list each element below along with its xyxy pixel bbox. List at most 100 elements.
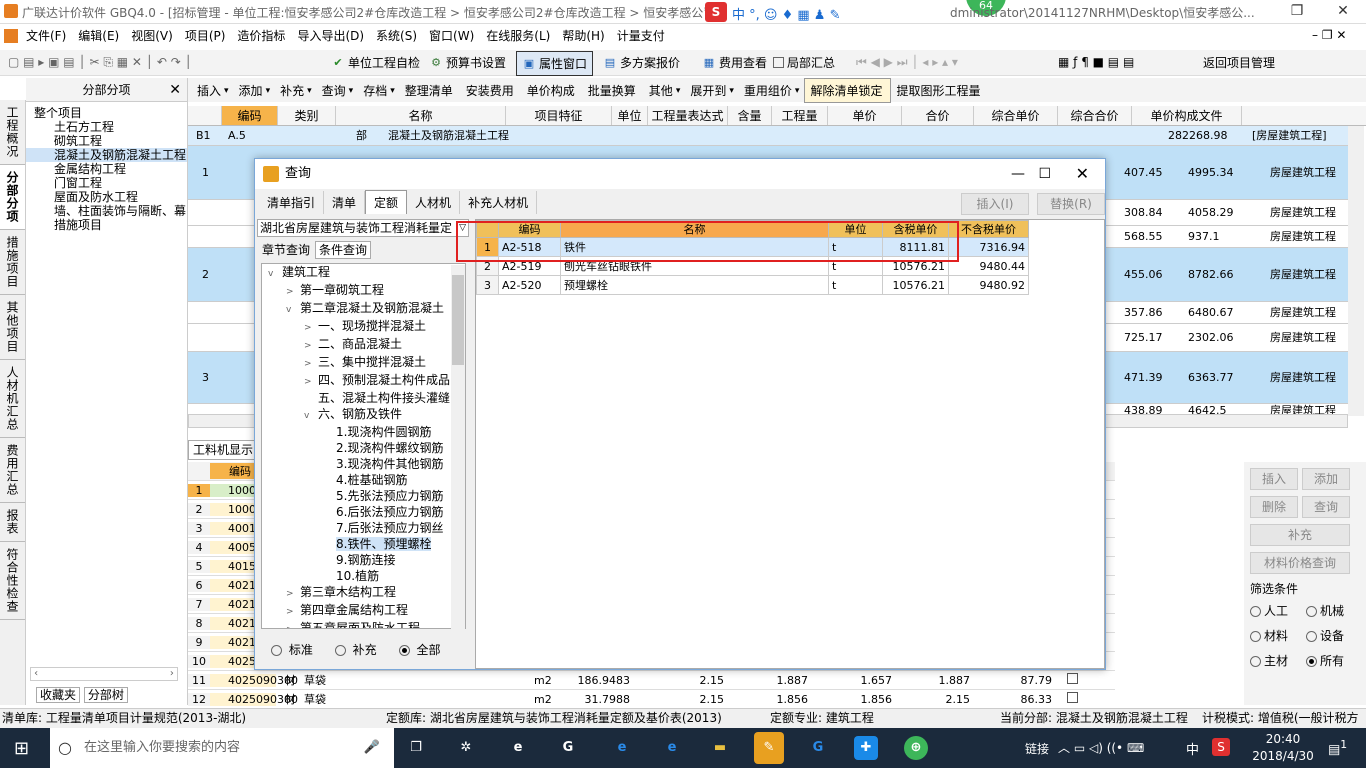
toolbar2-item-0[interactable]: 插入 ▾ <box>192 79 234 102</box>
add-button[interactable]: 添加 <box>1302 468 1350 490</box>
chapter-tree-node[interactable]: > 第四章金属结构工程 <box>262 602 465 620</box>
close-window-button[interactable]: ✕ <box>1320 0 1366 24</box>
nav-hscroll[interactable]: ‹ › <box>30 667 178 681</box>
tree-vscroll[interactable] <box>451 265 465 629</box>
chevron-right-icon[interactable]: > <box>286 604 300 620</box>
clock-time[interactable]: 20:40 <box>1258 732 1308 746</box>
filter-radio[interactable]: 所有 <box>1306 652 1362 669</box>
toolbar2-item-11[interactable]: 重用组价 ▾ <box>739 79 805 102</box>
chapter-tree-node[interactable]: 6.后张法预应力钢筋 <box>262 504 465 520</box>
tray-icons[interactable]: ︿ ▭ ◁) ((• ⌨ <box>1058 739 1144 756</box>
tab-chapter-query[interactable]: 章节查询 <box>259 242 313 258</box>
left-tab-6[interactable]: 报表 <box>0 503 25 542</box>
grid-vscroll[interactable] <box>1348 126 1364 416</box>
toolbar2-item-3[interactable]: 查询 ▾ <box>317 79 359 102</box>
chapter-tree-node[interactable]: 五、混凝土构件接头灌缝 <box>262 390 465 406</box>
menu-item-9[interactable]: 帮助(H) <box>556 24 610 47</box>
ie-blue-icon[interactable]: e <box>660 736 684 760</box>
tool-icon[interactable]: ✚ <box>854 736 878 760</box>
toolbar2-item-13[interactable]: 提取图形工程量 <box>891 79 988 102</box>
filter-radio[interactable]: 人工 <box>1250 602 1306 619</box>
nav-tree-item[interactable]: 混凝土及钢筋混凝土工程 <box>26 148 187 162</box>
chapter-tree-node[interactable]: > 三、集中搅拌混凝土 <box>262 354 465 372</box>
chapter-tree-node[interactable]: v 建筑工程 <box>262 264 465 282</box>
folder-icon[interactable]: ▬ <box>708 736 732 760</box>
ime-sogou-icon[interactable]: S <box>705 2 727 22</box>
chapter-tree-node[interactable]: > 第三章木结构工程 <box>262 584 465 602</box>
grid-column-header[interactable]: 编码 <box>222 106 278 125</box>
grid-column-header[interactable]: 综合合价 <box>1058 106 1132 125</box>
result-row[interactable]: 3 A2-520 预埋螺栓 t 10576.21 9480.92 <box>476 275 1029 295</box>
menu-item-3[interactable]: 项目(P) <box>179 24 232 47</box>
fee-view-button[interactable]: ▦ 费用查看 <box>697 51 772 74</box>
maximize-icon[interactable]: ☐ <box>1038 159 1051 189</box>
chapter-tree-node[interactable]: 3.现浇构件其他钢筋 <box>262 456 465 472</box>
nav-tree-item[interactable]: 门窗工程 <box>26 176 187 190</box>
scope-radio[interactable]: 补充 <box>334 643 377 657</box>
nav-tree-item[interactable]: 屋面及防水工程 <box>26 190 187 204</box>
grid-column-header[interactable]: 项目特征 <box>506 106 612 125</box>
grid-column-header[interactable]: 合价 <box>902 106 974 125</box>
chapter-tree-node[interactable]: 5.先张法预应力钢筋 <box>262 488 465 504</box>
chapter-tree-node[interactable]: v 六、钢筋及铁件 <box>262 406 465 424</box>
grid-column-header[interactable]: 工程量 <box>772 106 828 125</box>
ie-icon[interactable]: e <box>506 736 530 760</box>
menu-item-8[interactable]: 在线服务(L) <box>480 24 556 47</box>
chevron-right-icon[interactable]: > <box>286 586 300 602</box>
grid-column-header[interactable]: 单价 <box>828 106 902 125</box>
dialog-tab-2[interactable]: 定额 <box>365 190 408 214</box>
chapter-tree-node[interactable]: >第五章屋面及防水工程 <box>262 620 465 628</box>
row-checkbox[interactable] <box>1052 673 1092 687</box>
chapter-tree-node[interactable]: > 一、现场搅拌混凝土 <box>262 318 465 336</box>
insert-button[interactable]: 插入(I) <box>961 193 1029 215</box>
windows-start-icon[interactable]: ⊞ <box>14 738 29 759</box>
chapter-tree-node[interactable]: 7.后张法预应力钢丝 <box>262 520 465 536</box>
row-checkbox[interactable] <box>1052 692 1092 706</box>
nav-tree-item[interactable]: 整个项目 <box>26 106 187 120</box>
menu-item-4[interactable]: 造价指标 <box>231 24 291 47</box>
sogou-g-icon[interactable]: G <box>806 736 830 760</box>
chevron-down-icon[interactable]: v <box>268 266 282 282</box>
supplement-button[interactable]: 补充 <box>1250 524 1350 546</box>
left-tab-0[interactable]: 工程概况 <box>0 100 25 165</box>
return-project-button[interactable]: 返回项目管理 <box>1198 51 1280 74</box>
toolbar2-item-8[interactable]: 批量换算 <box>583 79 644 102</box>
grid-column-header[interactable]: 类别 <box>278 106 336 125</box>
menu-item-5[interactable]: 导入导出(D) <box>291 24 370 47</box>
toolbar2-item-6[interactable]: 安装费用 <box>461 79 522 102</box>
close-icon[interactable]: ✕ <box>1076 159 1089 189</box>
nav-tree-item[interactable]: 墙、柱面装饰与隔断、幕 <box>26 204 187 218</box>
partial-summary-checkbox[interactable]: 局部汇总 <box>768 51 840 74</box>
gbq-app-icon[interactable]: ✎ <box>754 732 784 764</box>
chevron-right-icon[interactable]: > <box>304 338 318 354</box>
left-tab-4[interactable]: 人材机汇总 <box>0 360 25 438</box>
chapter-tree-node[interactable]: v 第二章混凝土及钢筋混凝土 <box>262 300 465 318</box>
dialog-tab-4[interactable]: 补充人材机 <box>460 190 538 214</box>
result-column-header[interactable]: 不含税单价 <box>948 220 1029 238</box>
left-tab-1[interactable]: 分部分项 <box>0 165 25 230</box>
chevron-right-icon[interactable]: > <box>286 284 300 300</box>
scope-radio[interactable]: 标准 <box>271 643 313 657</box>
chapter-tree-node[interactable]: 1.现浇构件圆钢筋 <box>262 424 465 440</box>
toolbar2-item-2[interactable]: 补充 ▾ <box>275 79 317 102</box>
left-tab-2[interactable]: 措施项目 <box>0 230 25 295</box>
filter-radio[interactable]: 主材 <box>1250 652 1306 669</box>
ime-toolbar[interactable]: 中 °, ☺ ♦ ▦ ♟ ✎ <box>732 4 840 23</box>
mdi-controls[interactable]: – ❐ ✕ <box>1312 28 1346 42</box>
delete-button[interactable]: 删除 <box>1250 496 1298 518</box>
budget-settings-button[interactable]: ⚙ 预算书设置 <box>424 51 511 74</box>
format-icons[interactable]: ▦ ƒ ¶ ■ ▤ ▤ <box>1058 55 1134 69</box>
grid-column-header[interactable]: 名称 <box>336 106 506 125</box>
left-tab-7[interactable]: 符合性检查 <box>0 542 25 620</box>
material-price-button[interactable]: 材料价格查询 <box>1250 552 1350 574</box>
sogou-tray-icon[interactable]: S <box>1212 738 1230 756</box>
filter-radio[interactable]: 设备 <box>1306 627 1362 644</box>
filter-radio[interactable]: 机械 <box>1306 602 1362 619</box>
tray-link-label[interactable]: 链接 <box>1025 740 1049 757</box>
toolbar-icons-left[interactable]: ▢ ▤ ▸ ▣ ▤ │ ✂ ⎘ ▦ ✕ │ ↶ ↷ │ <box>8 55 192 70</box>
dialog-tab-1[interactable]: 清单 <box>324 190 366 214</box>
tab-material-display[interactable]: 工料机显示 <box>188 440 258 460</box>
grid-column-header[interactable]: 综合单价 <box>974 106 1058 125</box>
clock-date[interactable]: 2018/4/30 <box>1248 749 1318 763</box>
multi-plan-button[interactable]: ▤ 多方案报价 <box>598 51 685 74</box>
